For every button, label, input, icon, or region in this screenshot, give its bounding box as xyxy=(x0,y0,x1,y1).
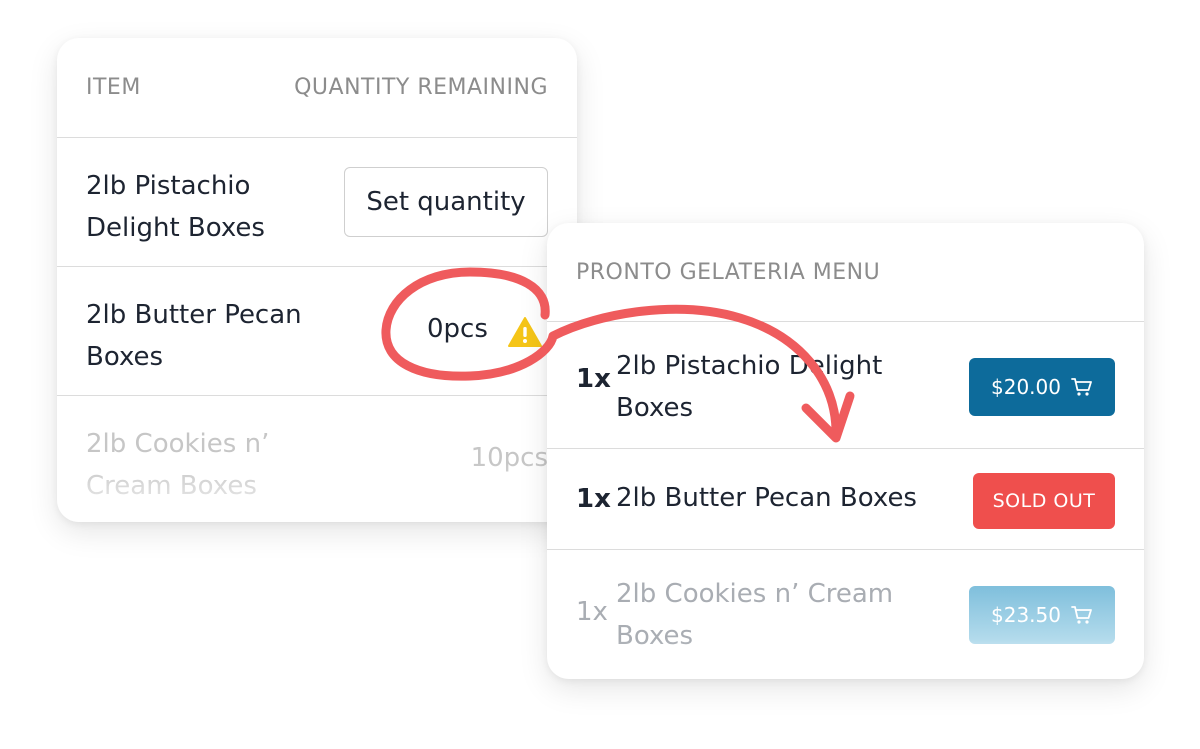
stage: ITEM QUANTITY REMAINING 2lb Pistachio De… xyxy=(0,0,1200,749)
menu-card: PRONTO GELATERIA MENU 1x 2lb Pistachio D… xyxy=(547,223,1144,679)
menu-row: 1x 2lb Pistachio Delight Boxes $20.00 xyxy=(547,322,1144,449)
item-quantity: 1x xyxy=(576,484,611,514)
inventory-row: 2lb Butter Pecan Boxes 0pcs xyxy=(57,267,577,396)
set-quantity-button[interactable]: Set quantity xyxy=(344,167,548,237)
menu-item-name: 2lb Cookies n’ Cream Boxes xyxy=(616,579,894,651)
menu-title: PRONTO GELATERIA MENU xyxy=(576,260,881,285)
add-to-cart-button[interactable]: $20.00 xyxy=(969,358,1115,416)
column-header-quantity: QUANTITY REMAINING xyxy=(294,75,548,100)
inventory-item-name: 2lb Cookies n’ Cream Boxes xyxy=(86,429,270,501)
menu-item-name: 2lb Pistachio Delight Boxes xyxy=(616,351,883,423)
cart-icon xyxy=(1071,605,1093,625)
cart-icon xyxy=(1071,377,1093,397)
quantity-value: 0pcs xyxy=(427,314,488,344)
inventory-card: ITEM QUANTITY REMAINING 2lb Pistachio De… xyxy=(57,38,577,522)
menu-row: 1x 2lb Cookies n’ Cream Boxes $23.50 xyxy=(547,550,1144,676)
inventory-item-name: 2lb Pistachio Delight Boxes xyxy=(86,171,265,243)
price-label: $20.00 xyxy=(991,375,1061,399)
menu-header: PRONTO GELATERIA MENU xyxy=(547,223,1144,322)
inventory-header: ITEM QUANTITY REMAINING xyxy=(57,38,577,138)
price-label: $23.50 xyxy=(991,603,1061,627)
quantity-value: 10pcs xyxy=(470,443,548,473)
column-header-item: ITEM xyxy=(86,75,141,100)
inventory-row: 2lb Pistachio Delight Boxes Set quantity xyxy=(57,138,577,267)
add-to-cart-button[interactable]: $23.50 xyxy=(969,586,1115,644)
menu-item-name: 2lb Butter Pecan Boxes xyxy=(616,483,917,513)
menu-row: 1x 2lb Butter Pecan Boxes SOLD OUT xyxy=(547,449,1144,550)
inventory-row: 2lb Cookies n’ Cream Boxes 10pcs xyxy=(57,396,577,522)
item-quantity: 1x xyxy=(576,364,611,394)
sold-out-badge: SOLD OUT xyxy=(973,473,1115,529)
inventory-item-name: 2lb Butter Pecan Boxes xyxy=(86,300,302,372)
warning-icon xyxy=(507,316,543,348)
item-quantity: 1x xyxy=(576,597,608,627)
